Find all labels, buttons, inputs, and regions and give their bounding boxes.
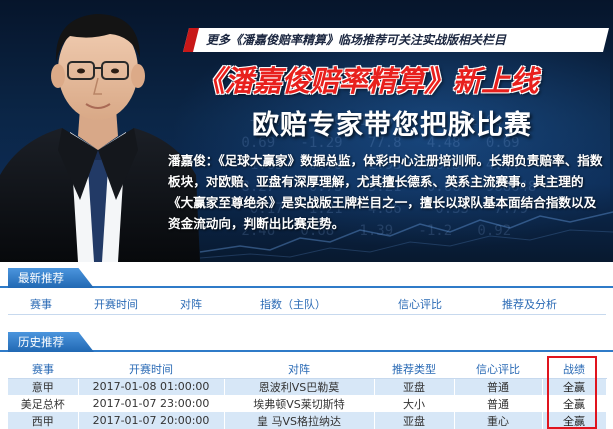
row-league: 美足总杯 [8, 395, 79, 412]
row-confidence: 普通 [454, 395, 543, 412]
tab-latest[interactable]: 最新推荐 [8, 268, 94, 288]
row-league: 西甲 [8, 412, 79, 429]
row-league: 意甲 [8, 378, 79, 395]
history-col-type: 推荐类型 [374, 360, 454, 379]
row-time: 2017-01-07 23:00:00 [78, 395, 225, 412]
history-col-time: 开赛时间 [78, 360, 224, 379]
row-confidence: 普通 [454, 378, 543, 395]
latest-col-match: 对阵 [180, 298, 202, 311]
banner-headline: 《潘嘉俊赔率精算》新上线 [196, 64, 539, 98]
latest-col-time: 开赛时间 [94, 298, 138, 311]
latest-divider [8, 314, 606, 315]
row-match[interactable]: 恩波利VS巴勒莫 [224, 378, 375, 395]
row-type: 大小 [374, 395, 455, 412]
table-row[interactable]: 美足总杯 2017-01-07 23:00:00 埃弗顿VS莱切斯特 大小 普通… [8, 395, 607, 412]
history-header-row: 赛事 开赛时间 对阵 推荐类型 信心评比 战绩 [8, 360, 606, 379]
expert-bio: 潘嘉俊：《足球大赢家》数据总监，体彩中心注册培训师。长期负责赔率、指数板块，对欧… [168, 153, 603, 231]
history-col-result: 战绩 [542, 360, 606, 379]
latest-column-headers: 赛事 开赛时间 对阵 指数（主队） 信心评比 推荐及分析 [8, 294, 606, 312]
table-row[interactable]: 西甲 2017-01-07 20:00:00 皇 马VS格拉纳达 亚盘 重心 全… [8, 412, 607, 429]
promo-banner: +7.78 0.0 1.86 -55 1.69 0.69 -1.29 77.8 … [0, 0, 613, 262]
row-time: 2017-01-07 20:00:00 [78, 412, 225, 429]
latest-col-analysis: 推荐及分析 [502, 298, 557, 311]
history-col-confidence: 信心评比 [454, 360, 542, 379]
row-confidence: 重心 [454, 412, 543, 429]
row-result: 全赢 [542, 395, 607, 412]
tab-history[interactable]: 历史推荐 [8, 332, 94, 352]
table-row[interactable]: 意甲 2017-01-08 01:00:00 恩波利VS巴勒莫 亚盘 普通 全赢 [8, 378, 607, 395]
row-match[interactable]: 皇 马VS格拉纳达 [224, 412, 375, 429]
banner-subheadline: 欧赔专家带您把脉比赛 [252, 110, 532, 141]
row-time: 2017-01-08 01:00:00 [78, 378, 225, 395]
history-col-league: 赛事 [8, 360, 78, 379]
row-type: 亚盘 [374, 378, 455, 395]
row-result: 全赢 [542, 378, 607, 395]
latest-section-header: 最新推荐 [0, 268, 613, 288]
history-table: 赛事 开赛时间 对阵 推荐类型 信心评比 战绩 意甲 2017-01-08 01… [8, 360, 607, 429]
banner-strip-text: 更多《潘嘉俊赔率精算》临场推荐可关注实战版相关栏目 [206, 33, 507, 47]
row-match[interactable]: 埃弗顿VS莱切斯特 [224, 395, 375, 412]
history-col-match: 对阵 [224, 360, 374, 379]
row-result: 全赢 [542, 412, 607, 429]
latest-col-odds: 指数（主队） [260, 298, 326, 311]
latest-col-league: 赛事 [30, 298, 52, 311]
history-section-header: 历史推荐 [0, 332, 613, 352]
row-type: 亚盘 [374, 412, 455, 429]
latest-col-confidence: 信心评比 [398, 298, 442, 311]
